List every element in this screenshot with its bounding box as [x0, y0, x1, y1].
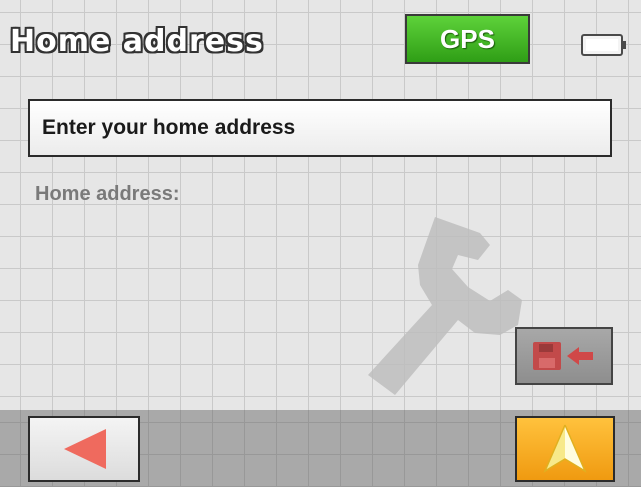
page-title: Home address: [10, 24, 264, 59]
gps-status-badge[interactable]: GPS: [405, 14, 530, 64]
back-arrow-icon: [64, 429, 106, 469]
home-address-label: Home address:: [35, 183, 180, 205]
save-to-icon: [533, 342, 593, 370]
back-button[interactable]: [28, 416, 140, 482]
enter-home-address-button[interactable]: Enter your home address: [28, 99, 612, 157]
navigate-button[interactable]: [515, 416, 615, 482]
navigation-arrow-icon: [543, 424, 587, 473]
battery-icon: [581, 34, 626, 56]
enter-home-address-label: Enter your home address: [42, 116, 296, 139]
save-address-button[interactable]: [515, 327, 613, 385]
wrench-icon: [368, 217, 522, 395]
